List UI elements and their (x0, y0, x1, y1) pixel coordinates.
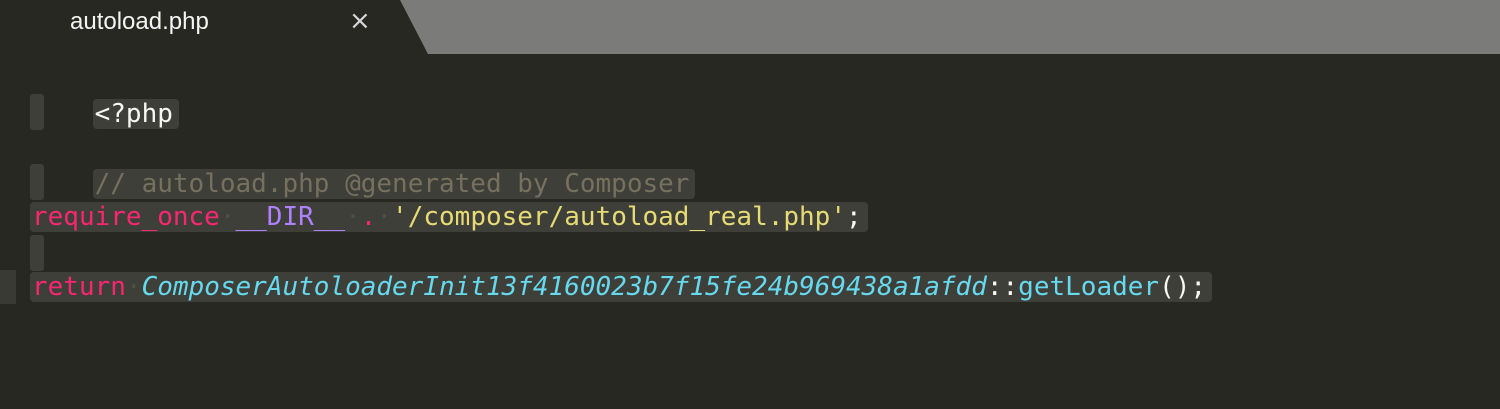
scope-operator: :: (986, 272, 1019, 302)
php-open-tag: <?php (92, 99, 179, 129)
semicolon: ; (846, 202, 862, 232)
blank-line-marker-2 (30, 94, 44, 130)
code-line-5[interactable]: require_once·__DIR__·.·'/composer/autolo… (30, 198, 868, 236)
method-name: getLoader (1018, 272, 1160, 302)
class-name: ComposerAutoloaderInit13f4160023b7f15fe2… (141, 272, 987, 302)
current-line-gutter-marker (0, 270, 16, 304)
tab-title[interactable]: autoload.php (70, 8, 209, 36)
path-string: '/composer/autoload_real.php' (392, 202, 846, 232)
call-parens: (); (1159, 272, 1207, 302)
dir-constant: __DIR__ (235, 202, 346, 232)
blank-line-marker-4 (30, 164, 44, 200)
close-icon[interactable]: × (349, 6, 371, 36)
return-keyword: return (32, 272, 126, 302)
code-line-3[interactable]: // autoload.php @generated by Composer (30, 127, 696, 199)
concat-operator: . (360, 202, 377, 232)
blank-line-marker-6 (30, 235, 44, 271)
tab-bar: autoload.php × (0, 0, 1500, 54)
tab-autoload-php[interactable]: autoload.php × (0, 0, 430, 54)
code-line-7[interactable]: return·ComposerAutoloaderInit13f4160023b… (30, 268, 1213, 306)
code-editor[interactable]: <?php // autoload.php @generated by Comp… (0, 54, 1500, 409)
require-once-keyword: require_once (32, 202, 220, 232)
code-line-1[interactable]: <?php (30, 57, 179, 129)
comment: // autoload.php @generated by Composer (92, 169, 696, 199)
